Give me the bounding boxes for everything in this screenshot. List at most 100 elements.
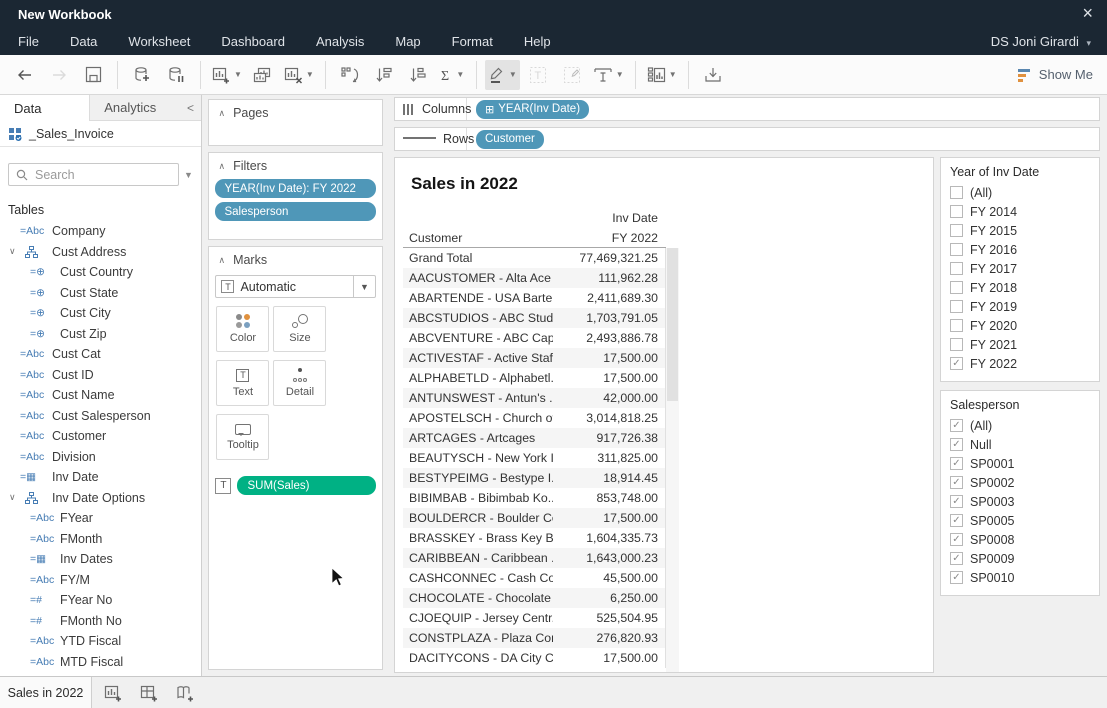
filter-checkbox-row[interactable]: ✓ SP0003 bbox=[941, 492, 1099, 511]
filter-checkbox-row[interactable]: ✓ SP0009 bbox=[941, 549, 1099, 568]
sort-descending-button[interactable] bbox=[402, 60, 434, 90]
duplicate-sheet-button[interactable] bbox=[247, 60, 279, 90]
filter-checkbox-row[interactable]: ✓ SP0005 bbox=[941, 511, 1099, 530]
table-row[interactable]: BESTYPEIMG - Bestype I.. 18,914.45 bbox=[403, 468, 665, 488]
checkbox[interactable]: ✓ bbox=[950, 495, 963, 508]
row-dimension-header[interactable]: Customer bbox=[403, 228, 553, 247]
filter-checkbox-row[interactable]: ✓ SP0001 bbox=[941, 454, 1099, 473]
vertical-scrollbar[interactable] bbox=[666, 248, 679, 673]
menu-item[interactable]: Dashboard bbox=[221, 34, 285, 49]
field-row[interactable]: ∨ =# FYear No bbox=[0, 590, 201, 611]
sort-ascending-button[interactable] bbox=[368, 60, 400, 90]
checkbox[interactable]: ✓ bbox=[950, 438, 963, 451]
checkbox[interactable]: ✓ bbox=[950, 338, 963, 351]
checkbox[interactable]: ✓ bbox=[950, 514, 963, 527]
table-row[interactable]: BRASSKEY - Brass Key Bar 1,604,335.73 bbox=[403, 528, 665, 548]
highlight-button[interactable]: ▼ bbox=[485, 60, 520, 90]
table-row[interactable]: CONSTPLAZA - Plaza Con.. 276,820.93 bbox=[403, 628, 665, 648]
back-button[interactable] bbox=[9, 60, 41, 90]
expand-caret-icon[interactable]: ∨ bbox=[9, 492, 16, 503]
sum-sales-pill[interactable]: SUM(Sales) bbox=[237, 476, 376, 495]
table-row[interactable]: ABCVENTURE - ABC Capit.. 2,493,886.78 bbox=[403, 328, 665, 348]
search-input[interactable]: Search bbox=[8, 163, 179, 186]
save-button[interactable] bbox=[77, 60, 109, 90]
column-member-header[interactable]: FY 2022 bbox=[553, 228, 660, 247]
table-row[interactable]: CASHCONNEC - Cash Con.. 45,500.00 bbox=[403, 568, 665, 588]
table-row[interactable]: BIBIMBAB - Bibimbab Ko.. 853,748.00 bbox=[403, 488, 665, 508]
field-row[interactable]: ∨ =Abc FYear bbox=[0, 508, 201, 529]
checkbox[interactable]: ✓ bbox=[950, 205, 963, 218]
tooltip-button[interactable]: Tooltip bbox=[216, 414, 269, 460]
field-row[interactable]: ∨ =Abc Cust ID bbox=[0, 365, 201, 386]
filter-checkbox-row[interactable]: ✓ FY 2014 bbox=[941, 202, 1099, 221]
table-row[interactable]: BEAUTYSCH - New York I.. 311,825.00 bbox=[403, 448, 665, 468]
filter-checkbox-row[interactable]: ✓ FY 2017 bbox=[941, 259, 1099, 278]
active-sheet-tab[interactable]: Sales in 2022 bbox=[0, 677, 92, 708]
scrollbar-thumb[interactable] bbox=[667, 248, 678, 401]
filter-checkbox-row[interactable]: ✓ (All) bbox=[941, 416, 1099, 435]
table-row[interactable]: ARTCAGES - Artcages 917,726.38 bbox=[403, 428, 665, 448]
size-button[interactable]: Size bbox=[273, 306, 326, 352]
table-row[interactable]: ANTUNSWEST - Antun's .. 42,000.00 bbox=[403, 388, 665, 408]
field-row[interactable]: ∨ =Abc Cust Cat bbox=[0, 344, 201, 365]
new-story-button[interactable] bbox=[170, 677, 200, 708]
table-row[interactable]: ABARTENDE - USA Barte.. 2,411,689.30 bbox=[403, 288, 665, 308]
field-row[interactable]: ∨ =⊕ Cust State bbox=[0, 283, 201, 304]
filter-checkbox-row[interactable]: ✓ SP0002 bbox=[941, 473, 1099, 492]
account-menu[interactable]: DS Joni Girardi ▾ bbox=[991, 34, 1091, 49]
new-dashboard-button[interactable] bbox=[134, 677, 164, 708]
field-row[interactable]: ∨ =▦ Inv Date bbox=[0, 467, 201, 488]
filter-pill[interactable]: Salesperson bbox=[215, 202, 376, 221]
menu-item[interactable]: Analysis bbox=[316, 34, 364, 49]
field-row[interactable]: ∨ =Abc FMonth bbox=[0, 529, 201, 550]
checkbox[interactable]: ✓ bbox=[950, 300, 963, 313]
menu-item[interactable]: Format bbox=[452, 34, 493, 49]
columns-pill[interactable]: ⊞ YEAR(Inv Date) bbox=[476, 100, 589, 119]
text-button[interactable]: T Text bbox=[216, 360, 269, 406]
menu-item[interactable]: Help bbox=[524, 34, 551, 49]
filter-pill[interactable]: YEAR(Inv Date): FY 2022 bbox=[215, 179, 376, 198]
mark-type-dropdown[interactable]: T Automatic ▼ bbox=[215, 275, 376, 298]
field-row[interactable]: ∨ =⊕ Cust City bbox=[0, 303, 201, 324]
tab-data[interactable]: Data bbox=[0, 95, 89, 121]
filter-checkbox-row[interactable]: ✓ FY 2019 bbox=[941, 297, 1099, 316]
filter-checkbox-row[interactable]: ✓ FY 2020 bbox=[941, 316, 1099, 335]
checkbox[interactable]: ✓ bbox=[950, 357, 963, 370]
checkbox[interactable]: ✓ bbox=[950, 552, 963, 565]
field-row[interactable]: ∨ =Abc Customer bbox=[0, 426, 201, 447]
table-row[interactable]: ABCSTUDIOS - ABC Studi.. 1,703,791.05 bbox=[403, 308, 665, 328]
search-options-icon[interactable]: ▼ bbox=[179, 170, 197, 180]
checkbox[interactable]: ✓ bbox=[950, 281, 963, 294]
new-worksheet-button[interactable]: ▼ bbox=[209, 60, 245, 90]
collapse-icon[interactable]: ∧ bbox=[218, 255, 225, 266]
table-row[interactable]: ACTIVESTAF - Active Staf.. 17,500.00 bbox=[403, 348, 665, 368]
table-row[interactable]: AACUSTOMER - Alta Ace 111,962.28 bbox=[403, 268, 665, 288]
datasource-row[interactable]: _Sales_Invoice bbox=[0, 121, 201, 147]
collapse-icon[interactable]: ∧ bbox=[218, 108, 225, 119]
collapse-icon[interactable]: ∧ bbox=[218, 161, 225, 172]
checkbox[interactable]: ✓ bbox=[950, 571, 963, 584]
table-row[interactable]: ALPHABETLD - Alphabetl.. 17,500.00 bbox=[403, 368, 665, 388]
field-row[interactable]: ∨ =Abc YTD Fiscal bbox=[0, 631, 201, 652]
field-row[interactable]: ∨ Cust Address bbox=[0, 242, 201, 263]
table-row[interactable]: CJOEQUIP - Jersey Centr.. 525,504.95 bbox=[403, 608, 665, 628]
menu-item[interactable]: File bbox=[18, 34, 39, 49]
table-row[interactable]: BOULDERCR - Boulder Co.. 17,500.00 bbox=[403, 508, 665, 528]
filter-checkbox-row[interactable]: ✓ Null bbox=[941, 435, 1099, 454]
detail-button[interactable]: Detail bbox=[273, 360, 326, 406]
checkbox[interactable]: ✓ bbox=[950, 262, 963, 275]
filter-checkbox-row[interactable]: ✓ FY 2022 bbox=[941, 354, 1099, 373]
field-row[interactable]: ∨ =⊕ Cust Zip bbox=[0, 324, 201, 345]
checkbox[interactable]: ✓ bbox=[950, 476, 963, 489]
checkbox[interactable]: ✓ bbox=[950, 319, 963, 332]
field-row[interactable]: ∨ =# FMonth No bbox=[0, 611, 201, 632]
field-row[interactable]: ∨ =Abc Company bbox=[0, 221, 201, 242]
checkbox[interactable]: ✓ bbox=[950, 457, 963, 470]
field-row[interactable]: ∨ =Abc Division bbox=[0, 447, 201, 468]
download-button[interactable] bbox=[697, 60, 729, 90]
filter-checkbox-row[interactable]: ✓ FY 2018 bbox=[941, 278, 1099, 297]
pause-auto-updates-button[interactable] bbox=[160, 60, 192, 90]
table-row[interactable]: APOSTELSCH - Church of .. 3,014,818.25 bbox=[403, 408, 665, 428]
table-row[interactable]: DACITYCONS - DA City Co.. 17,500.00 bbox=[403, 648, 665, 668]
chevron-down-icon[interactable]: ▼ bbox=[353, 276, 375, 297]
